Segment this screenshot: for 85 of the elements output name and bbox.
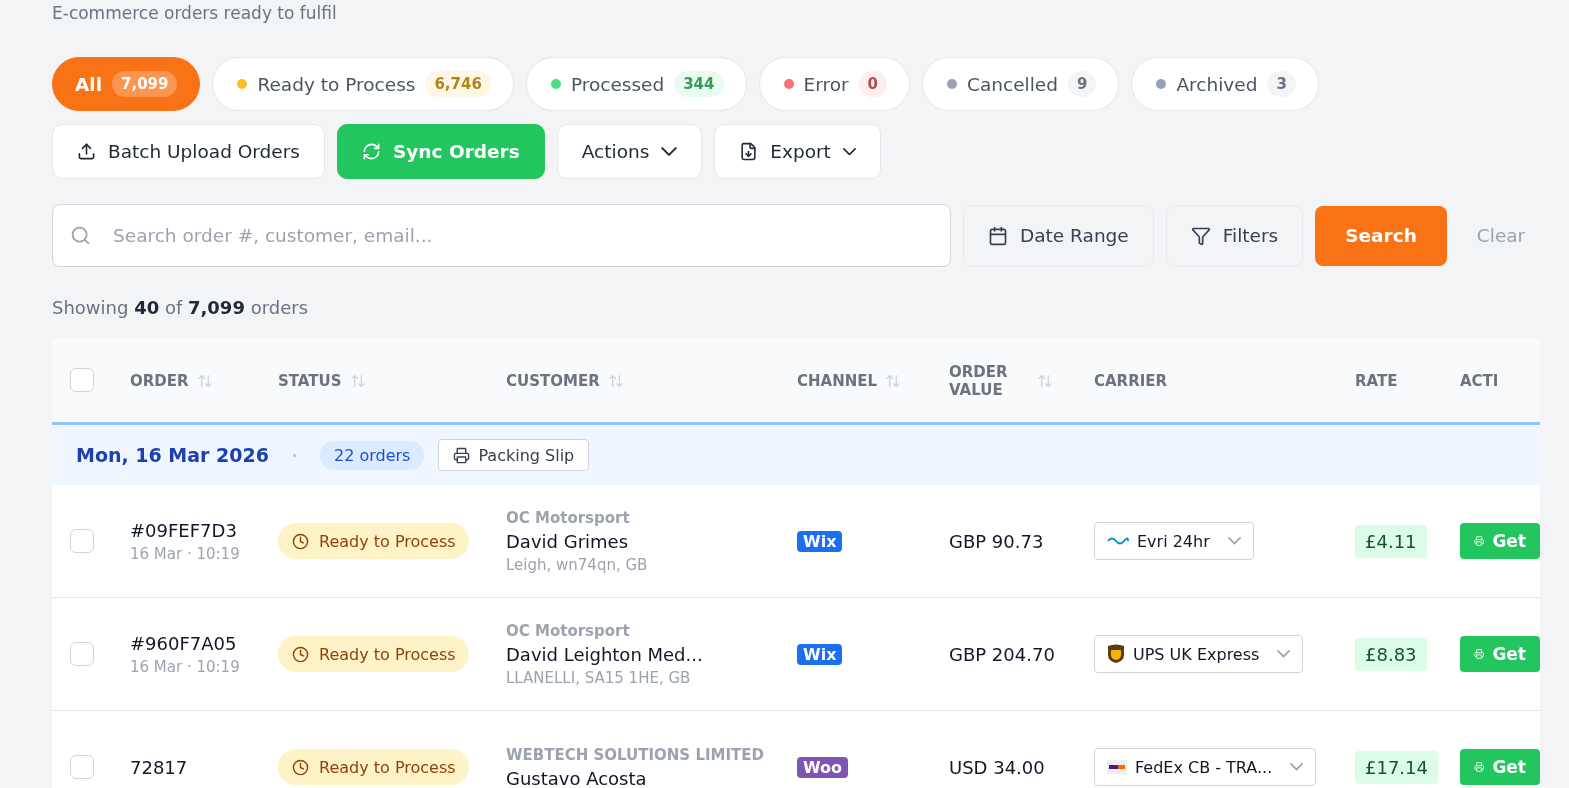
- column-header: CARRIER: [1094, 371, 1168, 390]
- order-value: GBP 204.70: [949, 643, 1056, 665]
- customer-address: LLANELLI, SA15 1HE, GB: [506, 668, 692, 687]
- channel-tag: Wix: [797, 643, 843, 665]
- carrier-dropdown[interactable]: UPS UK Express: [1094, 635, 1304, 673]
- column-header[interactable]: CHANNEL: [797, 371, 902, 390]
- printer-icon: [453, 446, 471, 464]
- order-count-badge: 22 orders: [319, 440, 425, 470]
- clock-icon: [292, 532, 309, 550]
- customer-name: David Leighton Med...: [506, 643, 704, 665]
- logo-icon: [1107, 536, 1129, 546]
- carrier-dropdown[interactable]: Evri 24hr: [1094, 522, 1254, 560]
- channel-tag: Woo: [797, 756, 849, 778]
- caret-icon: [1227, 537, 1241, 545]
- search-field[interactable]: Search order #, customer, email...: [52, 204, 951, 267]
- row-checkbox[interactable]: [70, 642, 94, 666]
- status-pill: Ready to Process: [278, 523, 469, 559]
- count-badge: 6,746: [425, 71, 491, 97]
- calendar-icon: [988, 225, 1008, 246]
- clock-icon: [292, 645, 309, 663]
- company-name: OC Motorsport: [506, 621, 631, 640]
- order-time: 16 Mar · 10:19: [130, 544, 241, 563]
- count-badge: 0: [858, 71, 888, 97]
- status-tab[interactable]: Cancelled 9: [922, 57, 1120, 111]
- count-badge: 9: [1067, 71, 1097, 97]
- column-header[interactable]: ORDER: [130, 371, 213, 390]
- upload-icon: [77, 142, 96, 161]
- filter-icon: [1190, 225, 1211, 246]
- shield-logo-icon: [1107, 644, 1125, 664]
- company-name: WEBTECH SOLUTIONS LIMITED: [506, 745, 765, 764]
- company-name: OC Motorsport: [506, 508, 631, 527]
- count-badge: 3: [1267, 71, 1296, 97]
- order-number[interactable]: #960F7A05: [130, 632, 278, 654]
- caret-icon: [661, 147, 678, 156]
- status-tab[interactable]: Error 0: [758, 57, 911, 111]
- status-pill: Ready to Process: [278, 636, 469, 672]
- sort-icon: [349, 372, 366, 389]
- actions-dropdown[interactable]: Actions: [556, 124, 703, 179]
- sort-icon: [607, 372, 624, 389]
- results-summary: Showing 40 of 7,099 orders: [52, 297, 310, 318]
- column-header: RATE: [1355, 371, 1398, 390]
- status-tab[interactable]: Archived 3: [1131, 57, 1319, 111]
- channel-tag: Wix: [797, 530, 843, 552]
- order-number[interactable]: 72817: [130, 756, 278, 778]
- customer-name: David Grimes: [506, 530, 630, 552]
- shipping-rate: £4.11: [1355, 524, 1427, 558]
- group-date: Mon, 16 Mar 2026: [76, 444, 269, 466]
- clock-icon: [292, 758, 309, 776]
- toolbar-button[interactable]: Batch Upload Orders: [52, 124, 325, 179]
- order-number[interactable]: #09FEF7D3: [130, 519, 278, 541]
- shipping-rate: £17.14: [1355, 750, 1438, 784]
- carrier-dropdown[interactable]: FedEx CB - TRA...: [1094, 748, 1317, 786]
- refresh-icon: [362, 142, 381, 161]
- caret-icon: [1290, 763, 1304, 771]
- row-checkbox[interactable]: [70, 529, 94, 553]
- status-tab[interactable]: Processed 344: [525, 57, 747, 111]
- count-badge: 344: [674, 71, 724, 97]
- caret-icon: [1277, 650, 1291, 658]
- column-header[interactable]: ORDER VALUE: [949, 362, 1053, 399]
- file-download-icon: [739, 142, 759, 161]
- select-all-checkbox[interactable]: [70, 368, 94, 392]
- row-checkbox[interactable]: [70, 755, 94, 779]
- filter-button[interactable]: Filters: [1165, 204, 1304, 267]
- sort-icon: [885, 372, 902, 389]
- customer-address: Leigh, wn74qn, GB: [506, 555, 649, 574]
- column-header[interactable]: STATUS: [278, 371, 366, 390]
- status-pill: Ready to Process: [278, 749, 469, 785]
- page-subtitle: E-commerce orders ready to fulfil: [52, 2, 338, 24]
- count-badge: 7,099: [112, 71, 178, 97]
- order-value: GBP 90.73: [949, 530, 1045, 552]
- shipping-rate: £8.83: [1355, 637, 1427, 671]
- packing-slip-button[interactable]: Packing Slip: [438, 439, 590, 471]
- logo-icon: [1107, 760, 1127, 774]
- toolbar-button[interactable]: Export: [714, 124, 881, 179]
- customer-name: Gustavo Acosta: [506, 767, 648, 788]
- search-icon: [70, 225, 91, 246]
- sort-icon: [1037, 372, 1053, 389]
- order-time: 16 Mar · 10:19: [130, 657, 241, 676]
- order-value: USD 34.00: [949, 756, 1046, 778]
- sort-icon: [196, 372, 213, 389]
- status-tab[interactable]: Ready to Process 6,746: [212, 57, 514, 111]
- filter-button[interactable]: Date Range: [963, 204, 1154, 267]
- column-header[interactable]: CUSTOMER: [506, 371, 624, 390]
- column-header: ACTI: [1460, 371, 1499, 390]
- caret-icon: [842, 147, 856, 156]
